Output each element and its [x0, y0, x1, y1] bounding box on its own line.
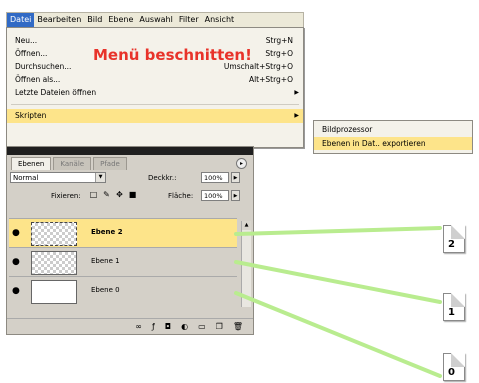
lock-label: Fixieren:: [51, 192, 81, 200]
tab-ebenen[interactable]: Ebenen: [11, 157, 52, 170]
menu-item-oeffnen-als[interactable]: Öffnen als... Alt+Strg+O: [7, 74, 303, 86]
menu-item-letzte-dateien[interactable]: Letzte Dateien öffnen ▶: [7, 87, 303, 99]
file-icon-1: 1: [443, 293, 465, 321]
menu-bar: Datei Bearbeiten Bild Ebene Auswahl Filt…: [6, 12, 304, 28]
menu-filter[interactable]: Filter: [176, 13, 202, 27]
layer-row-ebene-1[interactable]: ● Ebene 1: [9, 247, 237, 276]
opacity-label: Deckkr.:: [148, 174, 177, 182]
layer-mask-icon[interactable]: ◘: [165, 322, 171, 331]
tab-pfade[interactable]: Pfade: [93, 157, 127, 170]
file-number: 1: [448, 307, 455, 318]
submenu-arrow-icon: ▶: [294, 112, 299, 119]
submenu-item-bildprozessor[interactable]: Bildprozessor: [314, 123, 472, 136]
opacity-arrow-icon[interactable]: ▶: [231, 172, 240, 183]
blend-mode-value: Normal: [13, 174, 39, 182]
scripts-submenu: Bildprozessor Ebenen in Dat.. exportiere…: [313, 120, 473, 154]
lock-transparency-icon[interactable]: □: [89, 190, 98, 199]
eye-icon[interactable]: ●: [12, 228, 26, 238]
trash-icon[interactable]: 🗑: [233, 322, 243, 331]
connector-line-0: [234, 291, 442, 378]
panel-tabs: Ebenen Kanäle Pfade: [11, 157, 129, 170]
fill-label: Fläche:: [168, 192, 194, 200]
menu-auswahl[interactable]: Auswahl: [136, 13, 175, 27]
file-number: 0: [448, 367, 455, 378]
tab-kanaele[interactable]: Kanäle: [53, 157, 92, 170]
eye-icon[interactable]: ●: [12, 286, 26, 296]
layer-thumbnail: [31, 280, 77, 304]
menu-item-label: Öffnen...: [15, 49, 48, 58]
layers-bottom-toolbar: ∞ ƒ ◘ ◐ ▭ ❐ 🗑: [7, 318, 253, 334]
layer-row-ebene-2[interactable]: ● Ebene 2: [9, 218, 237, 247]
menu-datei[interactable]: Datei: [7, 13, 35, 27]
menu-bearbeiten[interactable]: Bearbeiten: [34, 13, 84, 27]
menu-ansicht[interactable]: Ansicht: [202, 13, 238, 27]
layer-row-ebene-0[interactable]: ● Ebene 0: [9, 276, 237, 305]
opacity-input[interactable]: 100%: [201, 172, 229, 183]
file-icon-0: 0: [443, 353, 465, 381]
file-menu-dropdown: Neu... Strg+N Öffnen... Strg+O Menü besc…: [6, 27, 304, 148]
menu-item-label: Neu...: [15, 36, 38, 45]
link-layers-icon[interactable]: ∞: [135, 322, 142, 331]
panel-title-bar[interactable]: [7, 147, 253, 155]
fill-input[interactable]: 100%: [201, 190, 229, 201]
blend-mode-select[interactable]: Normal ▼: [10, 172, 106, 183]
fill-arrow-icon[interactable]: ▶: [231, 190, 240, 201]
page-fold-icon: [451, 225, 465, 239]
lock-move-icon[interactable]: ✥: [115, 190, 124, 199]
layer-name: Ebene 0: [91, 286, 120, 294]
menu-separator: [11, 104, 299, 105]
adjustment-layer-icon[interactable]: ◐: [181, 322, 188, 331]
layer-name: Ebene 2: [91, 228, 123, 236]
lock-brush-icon[interactable]: ✎: [102, 190, 111, 199]
menu-bild[interactable]: Bild: [84, 13, 105, 27]
layer-name: Ebene 1: [91, 257, 120, 265]
scroll-up-icon[interactable]: ▲: [242, 221, 251, 230]
connector-line-1: [234, 260, 442, 304]
new-group-icon[interactable]: ▭: [198, 322, 206, 331]
layer-thumbnail: [31, 222, 77, 246]
submenu-arrow-icon: ▶: [294, 89, 299, 96]
new-layer-icon[interactable]: ❐: [216, 322, 223, 331]
layer-thumbnail: [31, 251, 77, 275]
file-number: 2: [448, 239, 455, 250]
file-icon-2: 2: [443, 225, 465, 253]
menu-item-shortcut: Strg+N: [265, 36, 293, 45]
connector-line-2: [234, 226, 442, 236]
menu-item-shortcut: Umschalt+Strg+O: [223, 62, 293, 71]
menu-ebene[interactable]: Ebene: [105, 13, 136, 27]
submenu-item-ebenen-exportieren[interactable]: Ebenen in Dat.. exportieren: [314, 137, 472, 150]
lock-all-icon[interactable]: ■: [128, 190, 137, 199]
chevron-down-icon: ▼: [95, 173, 105, 182]
layers-panel: Ebenen Kanäle Pfade ▸ Normal ▼ Deckkr.: …: [6, 146, 254, 335]
menu-item-shortcut: Strg+O: [265, 49, 293, 58]
menu-item-label: Ebenen in Dat.. exportieren: [322, 139, 426, 148]
menu-item-label: Bildprozessor: [322, 125, 373, 134]
menu-item-label: Durchsuchen...: [15, 62, 72, 71]
panel-menu-icon[interactable]: ▸: [236, 158, 247, 169]
menu-item-label: Letzte Dateien öffnen: [15, 88, 97, 97]
menu-item-skripten[interactable]: Skripten ▶: [7, 109, 303, 123]
menu-item-shortcut: Alt+Strg+O: [248, 75, 293, 84]
lock-icons: □ ✎ ✥ ■: [89, 190, 137, 199]
menu-item-durchsuchen[interactable]: Durchsuchen... Umschalt+Strg+O: [7, 61, 303, 73]
page-fold-icon: [451, 293, 465, 307]
menu-item-label: Öffnen als...: [15, 75, 61, 84]
page-fold-icon: [451, 353, 465, 367]
menu-item-label: Skripten: [15, 111, 47, 120]
eye-icon[interactable]: ●: [12, 257, 26, 267]
layers-scrollbar[interactable]: ▲: [241, 221, 251, 307]
layer-style-icon[interactable]: ƒ: [152, 322, 155, 331]
